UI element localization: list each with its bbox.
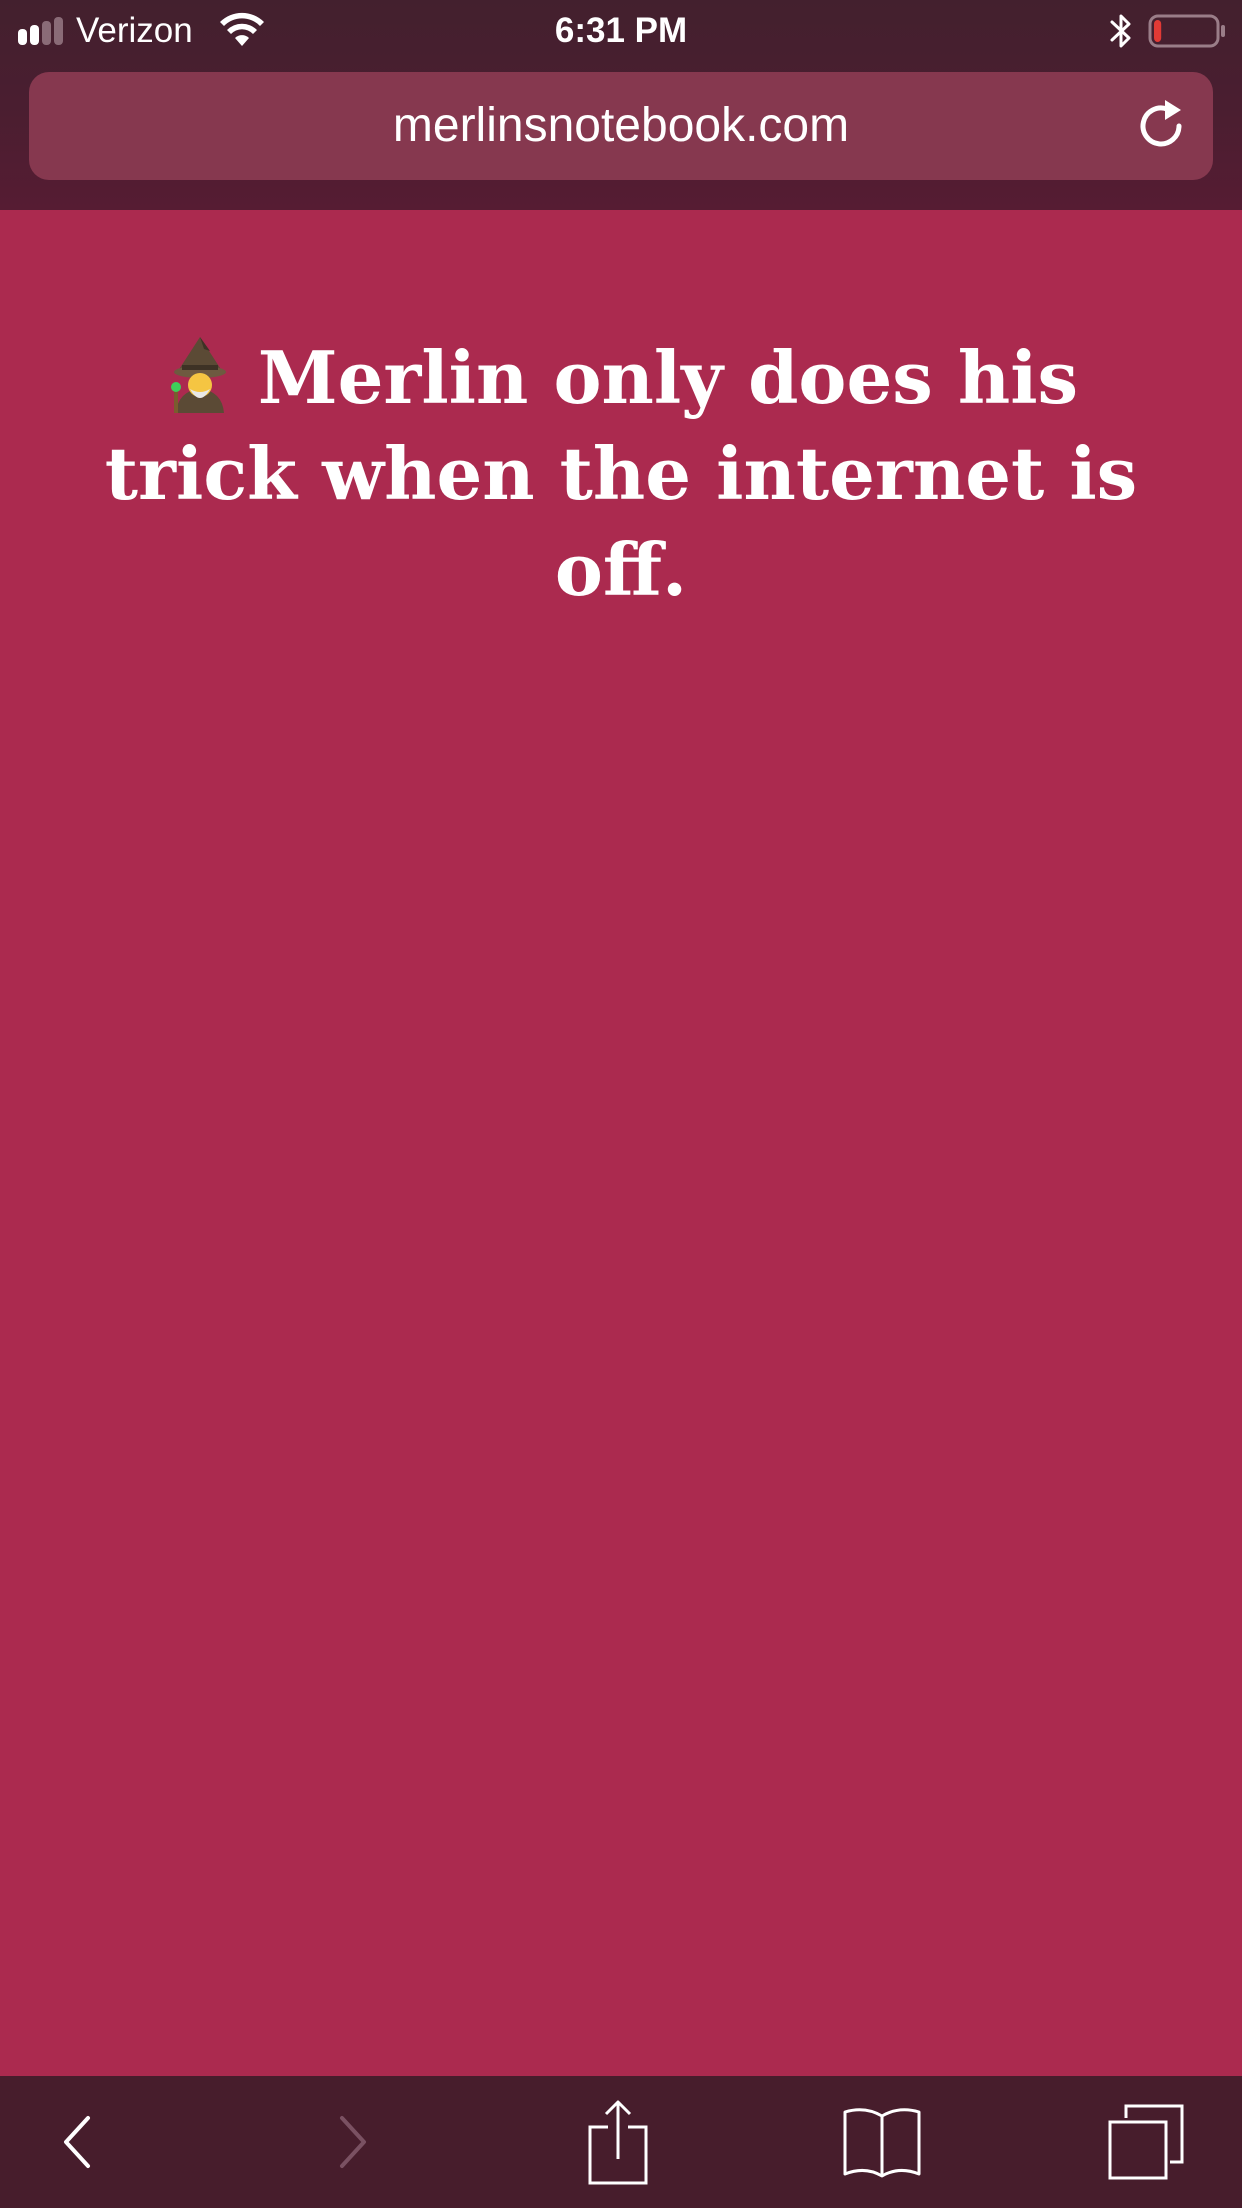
status-bar: Verizon 6:31 PM	[0, 0, 1242, 62]
bookmarks-button[interactable]	[822, 2076, 942, 2208]
message-text: Merlin only does his trick when the inte…	[104, 335, 1138, 612]
wizard-emoji	[170, 337, 226, 413]
reload-icon[interactable]	[1135, 98, 1191, 154]
url-text[interactable]: merlinsnotebook.com	[29, 72, 1213, 180]
offline-message: Merlin only does his trick when the inte…	[100, 330, 1142, 618]
page-content: Merlin only does his trick when the inte…	[0, 210, 1242, 2076]
browser-chrome: Verizon 6:31 PM merlinsnotebook.com	[0, 0, 1242, 210]
tabs-icon[interactable]	[1106, 2102, 1186, 2182]
bluetooth-icon	[1110, 14, 1131, 48]
back-icon[interactable]	[58, 2112, 98, 2172]
back-button[interactable]	[18, 2076, 138, 2208]
share-button[interactable]	[558, 2076, 678, 2208]
battery-icon	[1148, 14, 1225, 48]
status-time: 6:31 PM	[554, 11, 688, 50]
tabs-button[interactable]	[1086, 2076, 1206, 2208]
screen: Verizon 6:31 PM merlinsnotebook.com Merl…	[0, 0, 1242, 2208]
address-bar[interactable]: merlinsnotebook.com	[29, 72, 1213, 180]
share-icon[interactable]	[586, 2099, 650, 2185]
bookmarks-icon[interactable]	[841, 2106, 923, 2178]
forward-button[interactable]	[292, 2076, 412, 2208]
bottom-toolbar	[0, 2076, 1242, 2208]
forward-icon[interactable]	[332, 2112, 372, 2172]
